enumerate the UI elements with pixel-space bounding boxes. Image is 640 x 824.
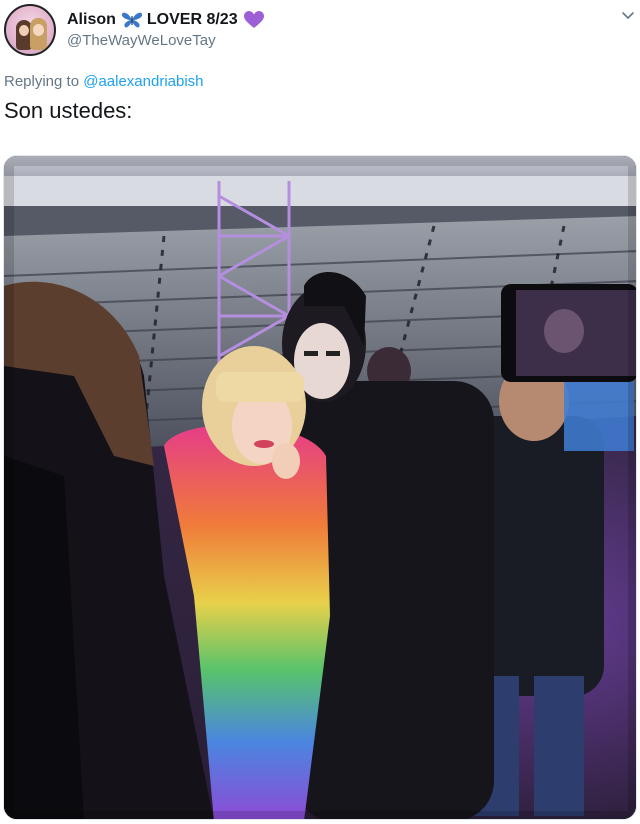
butterfly-icon	[121, 11, 143, 29]
tweet: Alison LOVER 8/23 @TheWayWeLoveTay Reply…	[0, 0, 640, 824]
reply-mention-link[interactable]: @aalexandriabish	[83, 73, 203, 90]
avatar[interactable]	[4, 4, 56, 56]
purple-heart-icon	[243, 11, 264, 29]
tweet-text: Son ustedes:	[4, 98, 133, 123]
user-name-row[interactable]: Alison LOVER 8/23	[67, 9, 264, 31]
display-name-suffix[interactable]: LOVER 8/23	[147, 11, 238, 29]
user-handle[interactable]: @TheWayWeLoveTay	[67, 32, 216, 49]
replying-prefix: Replying to	[4, 73, 80, 90]
tweet-photo[interactable]	[3, 155, 637, 820]
chevron-down-icon[interactable]	[620, 8, 636, 24]
replying-to: Replying to @aalexandriabish	[4, 73, 204, 90]
display-name[interactable]: Alison	[67, 11, 116, 29]
